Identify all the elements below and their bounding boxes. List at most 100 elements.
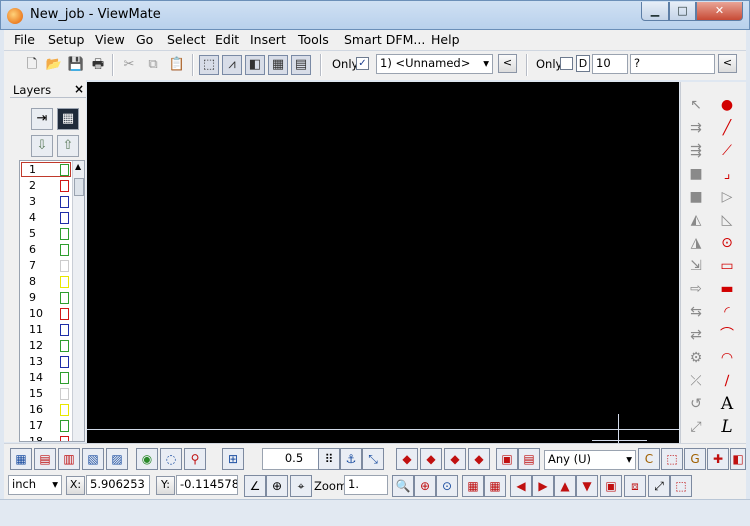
circle-icon[interactable]: ⊙ <box>716 232 738 254</box>
pan-up-icon[interactable]: ▲ <box>554 475 576 497</box>
menu-view[interactable]: View <box>95 32 125 47</box>
color-palette-icon[interactable]: ◉ <box>136 448 158 470</box>
drawing-canvas[interactable] <box>87 82 679 443</box>
layer-expand-icon[interactable]: ⇥ <box>31 108 53 130</box>
c-snap-icon[interactable]: C <box>638 448 660 470</box>
layer-row[interactable]: 6 <box>20 242 72 258</box>
pan-left-icon[interactable]: ◀ <box>510 475 532 497</box>
layer-color-swatch[interactable] <box>60 372 69 384</box>
arc-icon[interactable]: ◜ <box>716 301 738 323</box>
paste-icon[interactable]: 📋 <box>167 55 187 75</box>
layer-row[interactable]: 14 <box>20 370 72 386</box>
rectangle-icon[interactable]: ▭ <box>716 255 738 277</box>
layer-color-swatch[interactable] <box>60 404 69 416</box>
filter-select[interactable]: Any (U) ▾ <box>544 450 636 470</box>
gear-icon[interactable]: ⚙ <box>685 347 707 369</box>
pad-tool-icon[interactable]: ◧ <box>245 55 265 75</box>
snap-diagonal-icon[interactable]: ⤡ <box>362 448 384 470</box>
layer-color-swatch[interactable] <box>60 196 69 208</box>
layer-down-icon[interactable]: ⇩ <box>31 135 53 157</box>
block-icon[interactable]: ■ <box>685 163 707 185</box>
menu-file[interactable]: File <box>14 32 35 47</box>
pan-right-icon[interactable]: ▶ <box>532 475 554 497</box>
target-icon[interactable]: ⊕ <box>266 475 288 497</box>
anchor-icon[interactable]: ⚓ <box>340 448 362 470</box>
angle-icon[interactable]: ∠ <box>244 475 266 497</box>
zoom-in-icon[interactable]: 🔍 <box>392 475 414 497</box>
layer-row[interactable]: 17 <box>20 418 72 434</box>
measure-tool-icon[interactable]: ⩘ <box>222 55 242 75</box>
cut-icon[interactable]: ✂ <box>119 55 139 75</box>
cross-snap-icon[interactable]: ✚ <box>707 448 729 470</box>
open-folder-icon[interactable]: 📂 <box>44 55 64 75</box>
layer-color-swatch[interactable] <box>60 244 69 256</box>
menu-tools[interactable]: Tools <box>298 32 329 47</box>
highlight-icon[interactable]: ◌ <box>160 448 182 470</box>
corner-icon[interactable]: ⌟ <box>716 163 738 185</box>
layer-row[interactable]: 5 <box>20 226 72 242</box>
view-grid-1-icon[interactable]: ▦ <box>462 475 484 497</box>
print-icon[interactable]: 🖶 <box>88 55 108 75</box>
close-button[interactable]: ✕ <box>696 2 743 21</box>
scroll-up-icon[interactable]: ▲ <box>75 162 81 171</box>
layer-row[interactable]: 12 <box>20 338 72 354</box>
snap-corner-icon[interactable]: ◆ <box>468 448 490 470</box>
layer-row[interactable]: 10 <box>20 306 72 322</box>
layer-color-swatch[interactable] <box>60 180 69 192</box>
query-prev-button[interactable]: < <box>718 54 737 73</box>
layer-row[interactable]: 2 <box>20 178 72 194</box>
snap-box-icon[interactable]: ▤ <box>518 448 540 470</box>
layer-row[interactable]: 13 <box>20 354 72 370</box>
layer-row[interactable]: 4 <box>20 210 72 226</box>
curve-icon[interactable]: ∕ <box>716 370 738 392</box>
layer-row[interactable]: 16 <box>20 402 72 418</box>
maximize-button[interactable]: □ <box>669 2 696 21</box>
text-icon[interactable]: A <box>716 393 738 415</box>
layer-color-swatch[interactable] <box>60 388 69 400</box>
layer-film-icon[interactable]: ▦ <box>57 108 79 130</box>
menu-smart-dfm[interactable]: Smart DFM... <box>344 32 425 47</box>
select-tool-icon[interactable]: ⬚ <box>199 55 219 75</box>
layer-color-swatch[interactable] <box>60 420 69 432</box>
new-file-icon[interactable]: 🗋 <box>22 55 42 75</box>
align-icon[interactable]: ⇨ <box>685 278 707 300</box>
layer-up-icon[interactable]: ⇧ <box>57 135 79 157</box>
snap-edge-icon[interactable]: ◆ <box>444 448 466 470</box>
pan-down-icon[interactable]: ▼ <box>576 475 598 497</box>
layer-color-swatch[interactable] <box>60 324 69 336</box>
only-checkbox[interactable]: ✓ <box>356 57 369 70</box>
panel-tool-icon[interactable]: ▤ <box>291 55 311 75</box>
query-field[interactable]: ? <box>630 54 715 74</box>
zoom-window-icon[interactable]: ⊕ <box>414 475 436 497</box>
arc-two-point-icon[interactable]: ⌒ <box>716 324 738 346</box>
snap-point-icon[interactable]: ◆ <box>420 448 442 470</box>
units-select[interactable]: inch ▾ <box>8 475 62 495</box>
menu-help[interactable]: Help <box>431 32 460 47</box>
layer-row[interactable]: 15 <box>20 386 72 402</box>
minimize-button[interactable]: ▁ <box>641 2 669 21</box>
layer-color-swatch[interactable] <box>60 292 69 304</box>
view-dotted-icon[interactable]: ⬚ <box>670 475 692 497</box>
layer-color-swatch[interactable] <box>60 436 69 441</box>
grid-window-icon[interactable]: ⊞ <box>222 448 244 470</box>
zoom-fit-icon[interactable]: ⊙ <box>436 475 458 497</box>
layer-row[interactable]: 11 <box>20 322 72 338</box>
menu-select[interactable]: Select <box>167 32 206 47</box>
layer-row[interactable]: 9 <box>20 290 72 306</box>
layer-row[interactable]: 3 <box>20 194 72 210</box>
snap-center-icon[interactable]: ◆ <box>396 448 418 470</box>
layer-chart-icon[interactable]: ▧ <box>82 448 104 470</box>
edge-snap-icon[interactable]: ⬚ <box>661 448 683 470</box>
previous-layer-button[interactable]: < <box>498 54 517 73</box>
layers-scrollbar[interactable]: ▲ <box>72 161 84 441</box>
layer-color-swatch[interactable] <box>60 164 69 176</box>
layer-color-swatch[interactable] <box>60 212 69 224</box>
point-icon[interactable]: ● <box>716 94 738 116</box>
layer-color-swatch[interactable] <box>60 308 69 320</box>
layer-color-swatch[interactable] <box>60 260 69 272</box>
layer-row[interactable]: 8 <box>20 274 72 290</box>
x-coordinate-field[interactable]: 5.906253 <box>86 475 150 495</box>
label-icon[interactable]: L <box>716 416 738 438</box>
mirror-icon[interactable]: ◭ <box>685 209 707 231</box>
more-snap-icon[interactable]: ◧ <box>730 448 746 470</box>
